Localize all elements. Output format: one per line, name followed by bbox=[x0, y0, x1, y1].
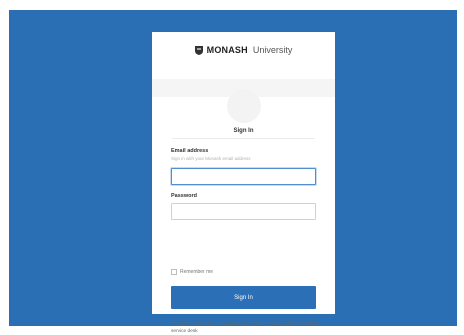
acceptable-use-link[interactable]: Acceptable use policy bbox=[217, 322, 263, 327]
divider bbox=[172, 138, 315, 139]
brand-logo: MONASH University bbox=[152, 45, 335, 55]
footer-links: Forgotten password | Acceptable use poli… bbox=[171, 321, 319, 335]
privacy-policy-link[interactable]: Privacy policy bbox=[267, 322, 296, 327]
remember-me[interactable]: Remember me bbox=[171, 269, 213, 275]
page-title: Sign In bbox=[233, 128, 254, 134]
remember-checkbox[interactable] bbox=[171, 269, 177, 275]
brand-name-strong: MONASH bbox=[206, 45, 248, 55]
crest-icon bbox=[194, 45, 203, 55]
brand-name-light: University bbox=[252, 45, 293, 55]
password-label: Password bbox=[171, 193, 197, 199]
login-card: MONASH University Sign In Email address … bbox=[152, 32, 335, 334]
email-field[interactable] bbox=[171, 168, 316, 185]
forgotten-password-link[interactable]: Forgotten password bbox=[171, 322, 213, 327]
remember-label: Remember me bbox=[180, 269, 214, 275]
email-label: Email address bbox=[171, 148, 209, 154]
user-avatar-icon bbox=[227, 89, 261, 123]
sign-in-button[interactable]: Sign In bbox=[171, 286, 316, 309]
email-hint: Sign in with your Monash email address bbox=[171, 156, 251, 161]
password-field[interactable] bbox=[171, 203, 316, 220]
